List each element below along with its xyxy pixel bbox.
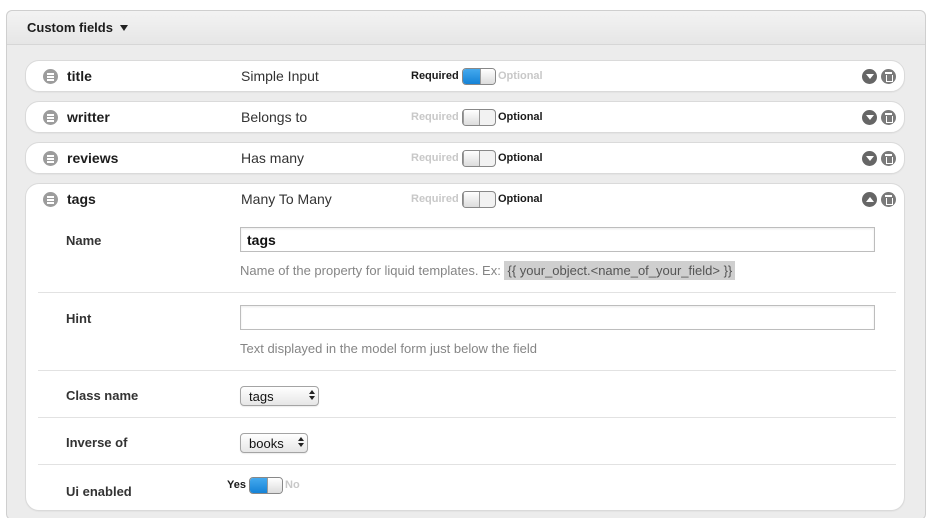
caret-down-icon[interactable] bbox=[120, 25, 128, 31]
no-label: No bbox=[285, 479, 300, 491]
drag-handle-icon[interactable] bbox=[43, 69, 58, 84]
required-toggle[interactable] bbox=[462, 191, 496, 208]
name-hint-text: Name of the property for liquid template… bbox=[240, 263, 501, 278]
ui-enabled-toggle[interactable] bbox=[249, 477, 283, 494]
detail-row-hint: Hint Text displayed in the model form ju… bbox=[38, 293, 896, 371]
class-name-selected: tags bbox=[249, 389, 274, 404]
field-name: title bbox=[67, 68, 92, 84]
field-type: Many To Many bbox=[241, 191, 332, 207]
field-row-tags: tags Many To Many Required Optional Name… bbox=[25, 183, 905, 511]
hint-label: Hint bbox=[66, 311, 92, 326]
optional-label: Optional bbox=[498, 193, 543, 205]
detail-row-ui-enabled: Ui enabled Yes No bbox=[38, 465, 896, 511]
class-name-select[interactable]: tags bbox=[240, 386, 319, 406]
required-label: Required bbox=[411, 111, 459, 123]
inverse-of-selected: books bbox=[249, 436, 284, 451]
optional-label: Optional bbox=[498, 111, 543, 123]
required-label: Required bbox=[411, 152, 459, 164]
optional-label: Optional bbox=[498, 152, 543, 164]
required-label: Required bbox=[411, 70, 459, 82]
chevron-up-icon[interactable] bbox=[862, 192, 877, 207]
hint-input[interactable] bbox=[240, 305, 875, 330]
field-row-reviews: reviews Has many Required Optional bbox=[25, 142, 905, 174]
drag-handle-icon[interactable] bbox=[43, 110, 58, 125]
hint-help-text: Text displayed in the model form just be… bbox=[240, 341, 537, 356]
inverse-of-label: Inverse of bbox=[66, 435, 128, 450]
field-name: writter bbox=[67, 109, 110, 125]
field-row-title: title Simple Input Required Optional bbox=[25, 60, 905, 92]
field-type: Simple Input bbox=[241, 68, 319, 84]
field-name: reviews bbox=[67, 150, 119, 166]
inverse-of-select[interactable]: books bbox=[240, 433, 308, 453]
required-toggle[interactable] bbox=[462, 68, 496, 85]
detail-row-name: Name Name of the property for liquid tem… bbox=[38, 215, 896, 293]
required-toggle[interactable] bbox=[462, 109, 496, 126]
custom-fields-header[interactable]: Custom fields bbox=[7, 11, 925, 45]
detail-row-inverse-of: Inverse of books bbox=[38, 418, 896, 465]
name-label: Name bbox=[66, 233, 102, 248]
chevron-down-icon[interactable] bbox=[862, 69, 877, 84]
yes-label: Yes bbox=[227, 479, 246, 491]
detail-row-class-name: Class name tags bbox=[38, 371, 896, 418]
chevron-down-icon[interactable] bbox=[862, 110, 877, 125]
field-row-writter: writter Belongs to Required Optional bbox=[25, 101, 905, 133]
chevron-down-icon[interactable] bbox=[862, 151, 877, 166]
required-label: Required bbox=[411, 193, 459, 205]
drag-handle-icon[interactable] bbox=[43, 151, 58, 166]
class-name-label: Class name bbox=[66, 388, 139, 403]
name-hint: Name of the property for liquid template… bbox=[240, 261, 736, 280]
trash-icon[interactable] bbox=[881, 69, 896, 84]
field-type: Has many bbox=[241, 150, 305, 166]
drag-handle-icon[interactable] bbox=[43, 192, 58, 207]
ui-enabled-label: Ui enabled bbox=[66, 484, 132, 499]
panel-title: Custom fields bbox=[27, 20, 113, 35]
name-input[interactable] bbox=[240, 227, 875, 252]
trash-icon[interactable] bbox=[881, 151, 896, 166]
trash-icon[interactable] bbox=[881, 110, 896, 125]
optional-label: Optional bbox=[498, 70, 543, 82]
name-hint-code: {{ your_object.<name_of_your_field> }} bbox=[504, 261, 736, 280]
required-toggle[interactable] bbox=[462, 150, 496, 167]
field-type: Belongs to bbox=[241, 109, 308, 125]
trash-icon[interactable] bbox=[881, 192, 896, 207]
field-name: tags bbox=[67, 191, 96, 207]
